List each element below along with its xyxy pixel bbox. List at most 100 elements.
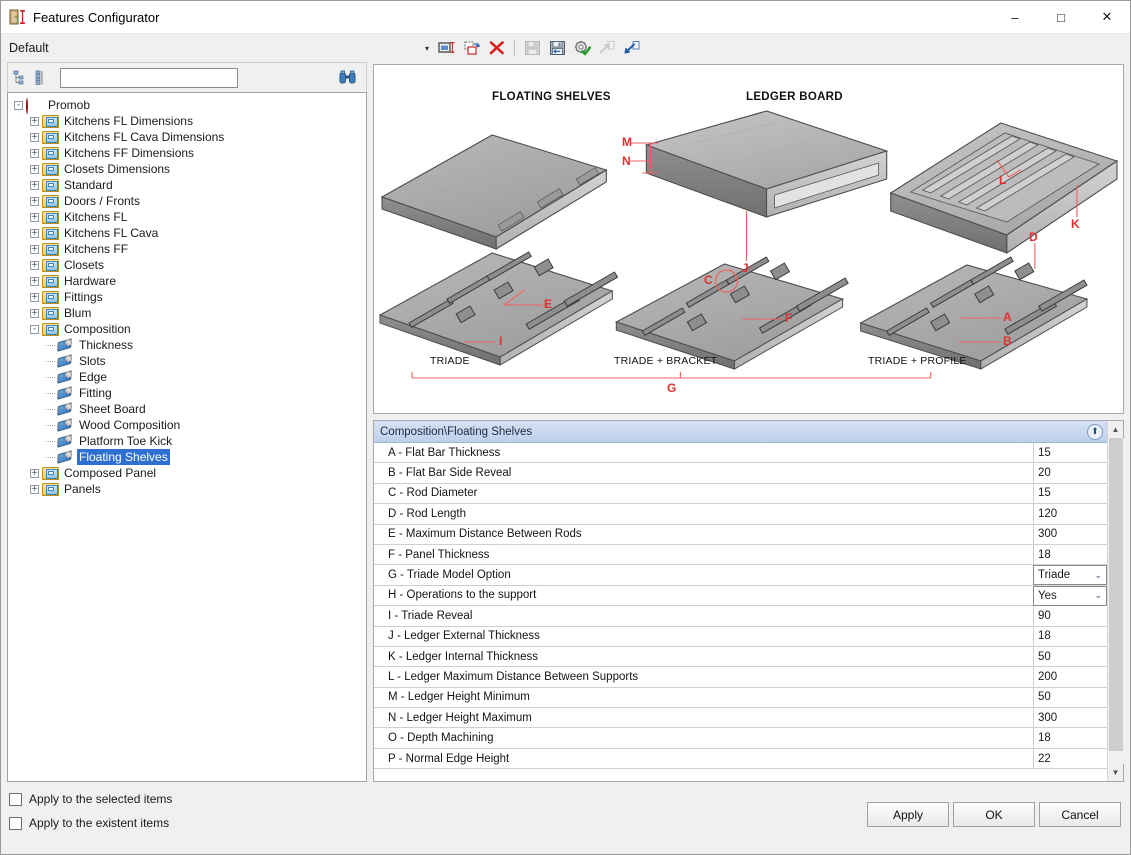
expand-node-icon[interactable]: +	[30, 276, 39, 286]
property-value-input[interactable]: 18	[1033, 626, 1107, 647]
scroll-down-arrow[interactable]: ▼	[1108, 764, 1124, 781]
property-row[interactable]: H - Operations to the support Yes ⌄	[374, 585, 1107, 607]
ok-button[interactable]: OK	[953, 802, 1035, 827]
chevron-down-icon[interactable]: ⌄	[1094, 590, 1102, 601]
feature-tree[interactable]: - Promob + Kitchens FL Dimensions + Kitchens …	[7, 92, 367, 782]
tree-node-composed-panel[interactable]: + Composed Panel	[8, 465, 366, 481]
tree-node-slots[interactable]: Slots	[8, 353, 366, 369]
scroll-up-arrow[interactable]: ▲	[1108, 421, 1124, 438]
tree-node-blum[interactable]: + Blum	[8, 305, 366, 321]
expand-node-icon[interactable]: +	[30, 308, 39, 318]
tree-node-promob[interactable]: - Promob	[8, 97, 366, 114]
expand-node-icon[interactable]: +	[30, 116, 39, 126]
apply-button[interactable]: Apply	[867, 802, 949, 827]
apply-existent-checkbox[interactable]	[9, 816, 22, 830]
property-value-input[interactable]: 15	[1033, 483, 1107, 505]
apply-existent-checkbox-row[interactable]: Apply to the existent items	[9, 816, 172, 830]
property-row[interactable]: A - Flat Bar Thickness 15	[374, 443, 1107, 464]
property-scrollbar[interactable]: ▲ ▼	[1107, 421, 1124, 781]
search-input[interactable]	[60, 67, 238, 88]
default-profile-label[interactable]: Default	[9, 41, 49, 55]
property-value-input[interactable]: 50	[1033, 646, 1107, 668]
property-row[interactable]: G - Triade Model Option Triade ⌄	[374, 565, 1107, 586]
tree-node-hardware[interactable]: + Hardware	[8, 273, 366, 289]
scroll-track[interactable]	[1107, 438, 1124, 764]
property-row[interactable]: P - Normal Edge Height 22	[374, 748, 1107, 770]
import-icon[interactable]	[621, 37, 643, 59]
collapse-node-icon[interactable]: -	[30, 324, 39, 334]
property-value-input[interactable]: 90	[1033, 606, 1107, 627]
property-value-input[interactable]: 50	[1033, 687, 1107, 709]
export-icon[interactable]	[596, 37, 618, 59]
collapse-tree-icon[interactable]	[33, 69, 51, 87]
property-row[interactable]: L - Ledger Maximum Distance Between Supp…	[374, 667, 1107, 688]
tree-node-wood-composition[interactable]: Wood Composition	[8, 417, 366, 433]
property-row[interactable]: J - Ledger External Thickness 18	[374, 626, 1107, 647]
apply-selected-checkbox-row[interactable]: Apply to the selected items	[9, 792, 172, 806]
expand-node-icon[interactable]: +	[30, 484, 39, 494]
expand-tree-icon[interactable]	[12, 69, 30, 87]
tree-node-thickness[interactable]: Thickness	[8, 337, 366, 353]
expand-node-icon[interactable]: +	[30, 212, 39, 222]
cancel-button[interactable]: Cancel	[1039, 802, 1121, 827]
delete-icon[interactable]	[486, 37, 508, 59]
dropdown-caret-icon[interactable]: ▾	[421, 44, 433, 53]
duplicate-icon[interactable]	[461, 37, 483, 59]
property-value-input[interactable]: 200	[1033, 667, 1107, 688]
minimize-button[interactable]: –	[992, 1, 1038, 34]
tree-node-sheet-board[interactable]: Sheet Board	[8, 401, 366, 417]
expand-node-icon[interactable]: +	[30, 132, 39, 142]
settings-icon[interactable]	[571, 37, 593, 59]
tree-node-standard[interactable]: + Standard	[8, 177, 366, 193]
tree-node-edge[interactable]: Edge	[8, 369, 366, 385]
expand-node-icon[interactable]: +	[30, 244, 39, 254]
expand-node-icon[interactable]: +	[30, 292, 39, 302]
property-row[interactable]: E - Maximum Distance Between Rods 300	[374, 524, 1107, 545]
property-value-input[interactable]: 300	[1033, 708, 1107, 729]
property-value-input[interactable]: 22	[1033, 748, 1107, 770]
expand-node-icon[interactable]: +	[30, 180, 39, 190]
tree-node-kitchens-ff[interactable]: + Kitchens FF	[8, 241, 366, 257]
property-row[interactable]: O - Depth Machining 18	[374, 728, 1107, 749]
apply-selected-checkbox[interactable]	[9, 792, 22, 806]
property-value-dropdown[interactable]: Triade ⌄	[1033, 565, 1107, 586]
tree-node-kitchens-fl-cava-dimensions[interactable]: + Kitchens FL Cava Dimensions	[8, 129, 366, 145]
property-row[interactable]: K - Ledger Internal Thickness 50	[374, 646, 1107, 668]
rename-icon[interactable]	[436, 37, 458, 59]
tree-node-closets[interactable]: + Closets	[8, 257, 366, 273]
tree-node-platform-toe-kick[interactable]: Platform Toe Kick	[8, 433, 366, 449]
property-value-dropdown[interactable]: Yes ⌄	[1033, 585, 1107, 606]
expand-node-icon[interactable]: +	[30, 260, 39, 270]
tree-node-kitchens-ff-dimensions[interactable]: + Kitchens FF Dimensions	[8, 145, 366, 161]
tree-node-closets-dimensions[interactable]: + Closets Dimensions	[8, 161, 366, 177]
expand-node-icon[interactable]: +	[30, 148, 39, 158]
property-value-input[interactable]: 18	[1033, 544, 1107, 566]
save-icon[interactable]	[521, 37, 543, 59]
tree-node-floating-shelves[interactable]: Floating Shelves	[8, 449, 366, 465]
collapse-node-icon[interactable]: -	[14, 100, 23, 110]
expand-node-icon[interactable]: +	[30, 196, 39, 206]
property-row[interactable]: D - Rod Length 120	[374, 504, 1107, 525]
tree-node-kitchens-fl-dimensions[interactable]: + Kitchens FL Dimensions	[8, 113, 366, 129]
property-value-input[interactable]: 120	[1033, 504, 1107, 525]
property-row[interactable]: N - Ledger Height Maximum 300	[374, 708, 1107, 729]
maximize-button[interactable]: □	[1038, 1, 1084, 34]
property-row[interactable]: M - Ledger Height Minimum 50	[374, 687, 1107, 709]
property-value-input[interactable]: 20	[1033, 463, 1107, 484]
property-row[interactable]: C - Rod Diameter 15	[374, 483, 1107, 505]
save-as-icon[interactable]	[546, 37, 568, 59]
close-button[interactable]: ✕	[1084, 1, 1130, 34]
property-value-input[interactable]: 300	[1033, 524, 1107, 545]
collapse-chevron-icon[interactable]: ⬆	[1087, 423, 1103, 440]
tree-node-panels[interactable]: + Panels	[8, 481, 366, 497]
property-value-input[interactable]: 18	[1033, 728, 1107, 749]
tree-node-fittings[interactable]: + Fittings	[8, 289, 366, 305]
expand-node-icon[interactable]: +	[30, 228, 39, 238]
property-row[interactable]: B - Flat Bar Side Reveal 20	[374, 463, 1107, 484]
tree-node-doors-fronts[interactable]: + Doors / Fronts	[8, 193, 366, 209]
expand-node-icon[interactable]: +	[30, 468, 39, 478]
expand-node-icon[interactable]: +	[30, 164, 39, 174]
scroll-thumb[interactable]	[1108, 438, 1123, 751]
chevron-down-icon[interactable]: ⌄	[1094, 570, 1102, 581]
binoculars-icon[interactable]	[338, 70, 356, 86]
